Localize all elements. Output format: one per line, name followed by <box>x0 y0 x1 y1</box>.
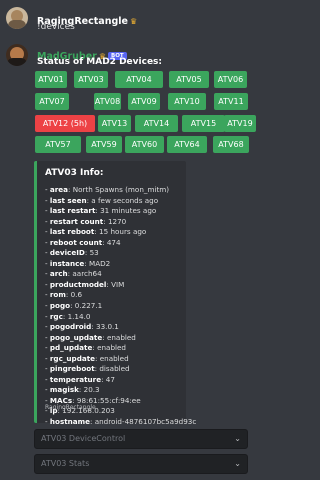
device-button[interactable]: ATV07 <box>35 93 69 110</box>
device-control-select[interactable]: ATV03 DeviceControl ⌄ <box>34 429 248 449</box>
field-value: 47 <box>105 374 115 384</box>
device-button[interactable]: ATV60 <box>125 136 164 153</box>
device-button[interactable]: ATV13 <box>98 115 131 132</box>
device-button[interactable]: ATV04 <box>115 71 163 88</box>
field-value: 0.6 <box>70 290 83 300</box>
device-button[interactable]: ATV05 <box>169 71 209 88</box>
device-button[interactable]: ATV06 <box>214 71 247 88</box>
embed-field-list: - area: North Spawns (mon_mitm) - last se… <box>45 185 196 428</box>
field-value: android-4876107bc5a9d93c <box>94 417 197 427</box>
field-key: rgc <box>49 311 63 321</box>
field-value: 15 hours ago <box>99 227 147 237</box>
field-key: hostname <box>49 417 90 427</box>
device-button[interactable]: ATV10 <box>168 93 206 110</box>
embed-field: - temperature: 47 <box>45 374 115 384</box>
field-key: area <box>49 185 69 194</box>
field-key: rom <box>49 290 66 300</box>
field-key: pogodroid <box>49 322 92 332</box>
device-button[interactable]: ATV57 <box>35 136 81 153</box>
device-button[interactable]: ATV14 <box>135 115 178 132</box>
field-key: pingreboot <box>49 364 95 374</box>
device-button[interactable]: ATV12 (5h) <box>35 115 95 132</box>
select-placeholder: ATV03 Stats <box>41 459 90 468</box>
field-value: 1270 <box>107 216 127 226</box>
device-button[interactable]: ATV08 <box>94 93 121 110</box>
device-button[interactable]: ATV01 <box>35 71 67 88</box>
field-value: disabled <box>99 364 130 374</box>
embed-title: ATV03 Info: <box>45 168 104 178</box>
field-key: instance <box>49 258 85 268</box>
embed-footer: RagingRectangle <box>45 404 96 411</box>
bot-avatar[interactable] <box>6 44 28 66</box>
device-info-embed: ATV03 Info: - area: North Spawns (mon_mi… <box>34 161 196 426</box>
embed-field: - pd_update: enabled <box>45 343 126 353</box>
embed-field: - last restart: 31 minutes ago <box>45 206 157 216</box>
field-value: 0.227.1 <box>74 301 103 311</box>
field-key: rgc_update <box>49 353 96 363</box>
embed-field: - productmodel: VIM <box>45 279 125 289</box>
field-key: deviceID <box>49 248 85 258</box>
device-button[interactable]: ATV59 <box>86 136 122 153</box>
embed-field: - pingreboot: disabled <box>45 364 130 374</box>
chevron-down-icon: ⌄ <box>234 434 241 443</box>
device-button[interactable]: ATV68 <box>213 136 249 153</box>
device-button[interactable]: ATV09 <box>128 93 160 110</box>
embed-field: - rom: 0.6 <box>45 290 83 300</box>
field-value: 53 <box>89 248 99 258</box>
embed-field: - deviceID: 53 <box>45 248 99 258</box>
field-key: productmodel <box>49 279 107 289</box>
embed-field: - rgc_update: enabled <box>45 353 129 363</box>
embed-field: - magisk: 20.3 <box>45 385 100 395</box>
embed-field: - pogodroid: 33.0.1 <box>45 322 119 332</box>
field-key: reboot count <box>49 237 103 247</box>
device-button[interactable]: ATV03 <box>74 71 108 88</box>
field-key: last restart <box>49 206 96 216</box>
embed-field: - last reboot: 15 hours ago <box>45 227 147 237</box>
embed-field: - pogo_update: enabled <box>45 332 136 342</box>
field-key: arch <box>49 269 68 279</box>
embed-field: - restart count: 1270 <box>45 216 127 226</box>
field-key: last reboot <box>49 227 95 237</box>
embed-field: - reboot count: 474 <box>45 237 121 247</box>
field-value: enabled <box>97 343 126 353</box>
embed-field: - area: North Spawns (mon_mitm) <box>45 185 170 194</box>
message-text: !devices <box>37 22 75 32</box>
device-button[interactable]: ATV11 <box>214 93 248 110</box>
select-placeholder: ATV03 DeviceControl <box>41 434 126 443</box>
device-button[interactable]: ATV15 <box>182 115 225 132</box>
field-value: enabled <box>99 353 129 363</box>
field-value: MAD2 <box>89 258 111 268</box>
field-value: 1.14.0 <box>67 311 91 321</box>
embed-field: - pogo: 0.227.1 <box>45 301 103 311</box>
field-value: VIM <box>111 279 125 289</box>
device-button[interactable]: ATV64 <box>167 136 207 153</box>
field-key: last seen <box>49 195 87 205</box>
field-key: temperature <box>49 374 102 384</box>
field-value: enabled <box>106 332 136 342</box>
avatar[interactable] <box>6 7 28 29</box>
field-key: pogo_update <box>49 332 103 342</box>
field-key: pogo <box>49 301 71 311</box>
embed-field: - last seen: a few seconds ago <box>45 195 159 205</box>
embed-field: - arch: aarch64 <box>45 269 102 279</box>
field-value: North Spawns (mon_mitm) <box>72 185 170 194</box>
field-value: 33.0.1 <box>96 322 119 332</box>
field-key: restart count <box>49 216 104 226</box>
field-key: pd_update <box>49 343 93 353</box>
status-title: Status of MAD2 Devices: <box>37 57 162 67</box>
field-value: a few seconds ago <box>91 195 159 205</box>
device-stats-select[interactable]: ATV03 Stats ⌄ <box>34 454 248 474</box>
chevron-down-icon: ⌄ <box>234 459 241 468</box>
device-button[interactable]: ATV19 <box>224 115 256 132</box>
embed-field: - hostname: android-4876107bc5a9d93c <box>45 417 197 427</box>
field-value: 474 <box>106 237 121 247</box>
embed-field: - instance: MAD2 <box>45 258 111 268</box>
field-value: 20.3 <box>83 385 100 395</box>
crown-icon: ♛ <box>129 17 138 26</box>
field-value: 31 minutes ago <box>100 206 157 216</box>
field-value: aarch64 <box>72 269 102 279</box>
embed-field: - rgc: 1.14.0 <box>45 311 91 321</box>
field-key: magisk <box>49 385 79 395</box>
